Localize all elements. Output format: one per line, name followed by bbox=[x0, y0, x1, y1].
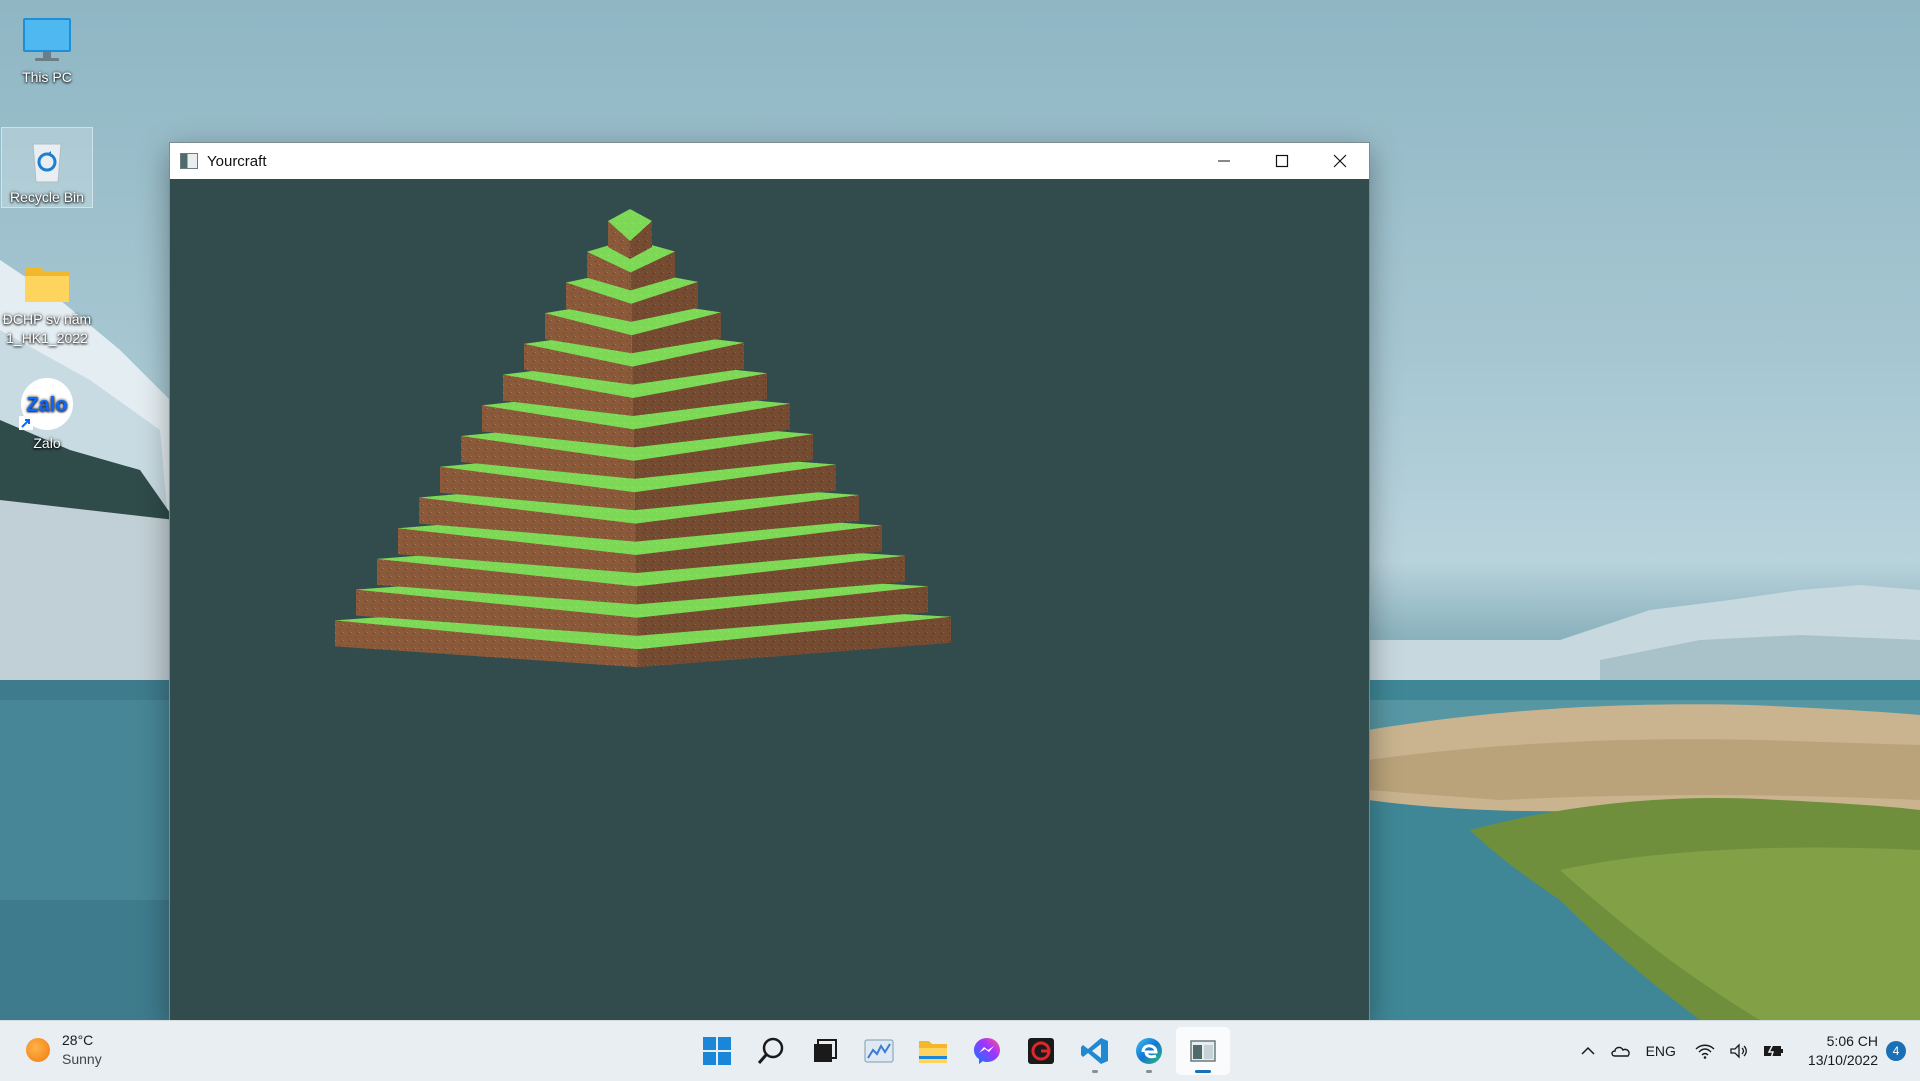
speaker-icon bbox=[1730, 1043, 1747, 1059]
onedrive-button[interactable] bbox=[1610, 1043, 1632, 1059]
taskbar-apps bbox=[690, 1027, 1230, 1075]
taskbar-app-garena[interactable] bbox=[1014, 1027, 1068, 1075]
windows-start-icon bbox=[703, 1037, 731, 1065]
taskbar: 28°C Sunny ENG 5:06 CH 13/10/2022 4 bbox=[0, 1020, 1920, 1081]
maximize-icon bbox=[1275, 154, 1289, 168]
zalo-icon: Zalo bbox=[19, 378, 73, 430]
messenger-icon bbox=[974, 1038, 1000, 1064]
desktop-icon-label: ĐCHP sv năm 1_HK1_2022 bbox=[2, 311, 92, 346]
active-indicator bbox=[1195, 1070, 1211, 1073]
clock-time: 5:06 CH bbox=[1826, 1033, 1878, 1049]
taskbar-app-edge[interactable] bbox=[1122, 1027, 1176, 1075]
chart-app-icon bbox=[864, 1039, 894, 1063]
task-view-button[interactable] bbox=[798, 1027, 852, 1075]
weather-condition: Sunny bbox=[62, 1051, 102, 1067]
battery-button[interactable] bbox=[1763, 1043, 1785, 1059]
running-indicator bbox=[1146, 1070, 1152, 1073]
cloud-icon bbox=[1610, 1046, 1630, 1057]
battery-charging-icon bbox=[1763, 1043, 1783, 1059]
system-tray: ENG 5:06 CH 13/10/2022 4 bbox=[1573, 1021, 1920, 1081]
close-button[interactable] bbox=[1311, 143, 1369, 179]
search-button[interactable] bbox=[744, 1027, 798, 1075]
yourcraft-app-icon bbox=[1190, 1040, 1216, 1062]
taskbar-app-file-explorer[interactable] bbox=[906, 1027, 960, 1075]
voxel-terrain-render bbox=[335, 209, 951, 668]
folder-icon bbox=[25, 268, 69, 302]
window-titlebar[interactable]: Yourcraft bbox=[170, 143, 1369, 179]
desktop-icon-recycle-bin[interactable]: Recycle Bin bbox=[1, 127, 93, 208]
desktop-icon-label: Recycle Bin bbox=[10, 189, 84, 205]
network-button[interactable] bbox=[1695, 1043, 1715, 1059]
minimize-icon bbox=[1218, 160, 1230, 162]
notification-badge[interactable]: 4 bbox=[1886, 1041, 1906, 1061]
monitor-icon bbox=[23, 18, 71, 61]
garena-icon bbox=[1028, 1038, 1054, 1064]
svg-text:Zalo: Zalo bbox=[26, 394, 67, 416]
desktop-icon-folder[interactable]: ĐCHP sv năm 1_HK1_2022 bbox=[2, 250, 92, 348]
running-indicator bbox=[1092, 1070, 1098, 1073]
window-title: Yourcraft bbox=[207, 152, 267, 170]
taskbar-app-widgets[interactable] bbox=[852, 1027, 906, 1075]
desktop-icon-this-pc[interactable]: This PC bbox=[2, 8, 92, 87]
terrain-group bbox=[335, 209, 951, 668]
taskbar-app-messenger[interactable] bbox=[960, 1027, 1014, 1075]
vscode-icon bbox=[1081, 1038, 1108, 1064]
game-viewport[interactable] bbox=[170, 179, 1369, 1021]
folder-icon bbox=[919, 1041, 947, 1063]
weather-widget[interactable]: 28°C Sunny bbox=[26, 1031, 102, 1069]
clock[interactable]: 5:06 CH 13/10/2022 bbox=[1808, 1032, 1878, 1070]
taskbar-app-yourcraft[interactable] bbox=[1176, 1027, 1230, 1075]
recycle-bin-icon bbox=[32, 143, 62, 183]
task-view-icon bbox=[814, 1039, 837, 1062]
show-hidden-icons-button[interactable] bbox=[1580, 1043, 1596, 1059]
minimize-button[interactable] bbox=[1195, 143, 1253, 179]
close-icon bbox=[1333, 154, 1347, 168]
desktop-icon-label: Zalo bbox=[33, 435, 61, 451]
maximize-button[interactable] bbox=[1253, 143, 1311, 179]
taskbar-app-vscode[interactable] bbox=[1068, 1027, 1122, 1075]
yourcraft-app-icon bbox=[180, 153, 198, 169]
volume-button[interactable] bbox=[1729, 1043, 1749, 1059]
desktop-icon-label: This PC bbox=[22, 69, 72, 85]
desktop-icon-zalo[interactable]: Zalo Zalo bbox=[2, 370, 92, 453]
start-button[interactable] bbox=[690, 1027, 744, 1075]
wifi-icon bbox=[1695, 1044, 1715, 1059]
edge-icon bbox=[1136, 1038, 1162, 1064]
yourcraft-window[interactable]: Yourcraft bbox=[169, 142, 1370, 1022]
chevron-up-icon bbox=[1581, 1046, 1595, 1055]
search-icon bbox=[757, 1037, 784, 1064]
language-indicator[interactable]: ENG bbox=[1646, 1043, 1676, 1059]
sun-icon bbox=[26, 1038, 50, 1062]
weather-temperature: 28°C bbox=[62, 1032, 94, 1048]
clock-date: 13/10/2022 bbox=[1807, 1052, 1878, 1068]
